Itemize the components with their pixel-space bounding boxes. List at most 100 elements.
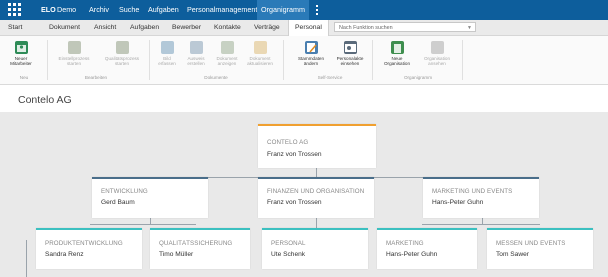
connector-line [90, 224, 196, 225]
hiring-process-button[interactable]: Einstellprozess starten [54, 41, 94, 67]
page-title: Contelo AG [18, 94, 72, 106]
more-menu-icon[interactable] [316, 5, 318, 15]
nav-organigramm[interactable]: Organigramm [257, 0, 309, 20]
org-card-finanzen[interactable]: FINANZEN UND ORGANISATION Franz von Tros… [258, 177, 374, 218]
org-unit-title: ENTWICKLUNG [101, 188, 148, 195]
org-unit-title: MESSEN UND EVENTS [496, 240, 566, 247]
nav-personalmanagement[interactable]: Personalmanagement [187, 0, 257, 20]
button-label: ändern [303, 61, 319, 67]
nav-archiv[interactable]: Archiv [89, 0, 109, 20]
org-unit-title: FINANZEN UND ORGANISATION [267, 188, 365, 195]
refresh-document-button[interactable]: Dokument aktualisieren [244, 41, 276, 67]
nav-aufgaben[interactable]: Aufgaben [148, 0, 179, 20]
org-card-produktentwicklung[interactable]: PRODUKTENTWICKLUNG Sandra Renz [36, 228, 142, 269]
button-label: starten [66, 61, 82, 67]
button-label: erstellen [187, 61, 205, 67]
show-document-icon [220, 41, 234, 54]
org-card-marketing[interactable]: MARKETING Hans-Peter Guhn [377, 228, 477, 269]
org-unit-manager: Franz von Trossen [267, 199, 322, 206]
function-search-input[interactable]: Nach Funktion suchen ▼ [334, 22, 476, 32]
org-card-messen-events[interactable]: MESSEN UND EVENTS Tom Sawer [487, 228, 593, 269]
group-label-dokumente: Dokumente [204, 75, 228, 80]
connector-line [316, 218, 317, 228]
org-unit-manager: Hans-Peter Guhn [386, 251, 438, 258]
connector-line [26, 240, 27, 277]
edit-master-data-button[interactable]: Stammdaten ändern [294, 41, 328, 67]
top-navigation-bar: ELO Demo Archiv Suche Aufgaben Personalm… [0, 0, 608, 20]
quality-process-icon [115, 41, 129, 54]
card-accent-bar [258, 177, 374, 179]
personnel-file-button[interactable]: Personalakte einsehen [332, 41, 368, 67]
ribbon-separator [283, 40, 284, 80]
button-label: Mitarbeiter [10, 61, 32, 67]
group-label-self-service: Self-Service [317, 75, 343, 80]
tab-aufgaben[interactable]: Aufgaben [130, 20, 159, 35]
tab-start[interactable]: Start [8, 20, 22, 35]
connector-line [422, 224, 540, 225]
card-accent-bar [36, 228, 142, 230]
group-label-bearbeiten: Bearbeiten [84, 75, 108, 80]
capture-image-icon [160, 41, 174, 54]
card-accent-bar [262, 228, 368, 230]
card-accent-bar [423, 177, 539, 179]
card-accent-bar [150, 228, 250, 230]
tab-bewerber[interactable]: Bewerber [172, 20, 201, 35]
refresh-document-icon [253, 41, 267, 54]
brand-logo: ELO [41, 5, 56, 14]
org-unit-title: MARKETING UND EVENTS [432, 188, 513, 195]
org-card-entwicklung[interactable]: ENTWICKLUNG Gerd Baum [92, 177, 208, 218]
id-card-button[interactable]: Ausweis erstellen [182, 41, 210, 67]
card-accent-bar [92, 177, 208, 179]
new-employee-button[interactable]: Neuer Mitarbeiter [6, 41, 36, 67]
tab-vertraege[interactable]: Verträge [254, 20, 280, 35]
show-document-button[interactable]: Dokument anzeigen [212, 41, 242, 67]
id-card-icon [189, 41, 203, 54]
tab-ansicht[interactable]: Ansicht [94, 20, 116, 35]
button-label: erfassen [158, 61, 176, 67]
button-label: einsehen [340, 61, 360, 67]
card-accent-bar [487, 228, 593, 230]
org-unit-title: PERSONAL [271, 240, 306, 247]
ribbon-tabs: Start Dokument Ansicht Aufgaben Bewerber… [0, 20, 608, 36]
group-label-organigramm: Organigramm [403, 75, 433, 80]
ribbon-separator [149, 40, 150, 80]
org-unit-manager: Ute Schenk [271, 251, 306, 258]
tab-kontakte[interactable]: Kontakte [214, 20, 241, 35]
org-card-root[interactable]: CONTELO AG Franz von Trossen [258, 124, 376, 168]
tab-dokument[interactable]: Dokument [49, 20, 80, 35]
nav-suche[interactable]: Suche [119, 0, 139, 20]
button-label: Organisation [383, 61, 411, 67]
nav-demo[interactable]: Demo [57, 0, 76, 20]
search-placeholder: Nach Funktion suchen [339, 25, 393, 31]
org-unit-manager: Tom Sawer [496, 251, 529, 258]
quality-process-button[interactable]: Qualitätsprozess starten [100, 41, 144, 67]
card-accent-bar [258, 124, 376, 126]
org-unit-manager: Gerd Baum [101, 199, 135, 206]
app-launcher-icon[interactable] [8, 3, 22, 17]
org-unit-title: PRODUKTENTWICKLUNG [45, 240, 123, 247]
personnel-file-icon [343, 41, 357, 54]
edit-master-data-icon [304, 41, 318, 54]
new-organization-icon [390, 41, 404, 54]
dropdown-caret-icon[interactable]: ▼ [467, 23, 472, 33]
org-unit-manager: Hans-Peter Guhn [432, 199, 484, 206]
new-organization-button[interactable]: Neue Organisation [379, 41, 415, 67]
button-label: anzeigen [217, 61, 237, 67]
org-unit-manager: Sandra Renz [45, 251, 84, 258]
new-employee-icon [14, 41, 28, 54]
ribbon-separator [47, 40, 48, 80]
org-card-marketing-events[interactable]: MARKETING UND EVENTS Hans-Peter Guhn [423, 177, 539, 218]
org-card-personal[interactable]: PERSONAL Ute Schenk [262, 228, 368, 269]
ribbon-separator [462, 40, 463, 80]
connector-line [316, 167, 317, 177]
group-label-neu: Neu [19, 75, 29, 80]
org-card-qualitaetssicherung[interactable]: QUALITÄTSSICHERUNG Timo Müller [150, 228, 250, 269]
ribbon-separator [372, 40, 373, 80]
org-unit-title: MARKETING [386, 240, 424, 247]
tab-personal[interactable]: Personal [288, 20, 329, 36]
hiring-process-icon [67, 41, 81, 54]
view-organization-button[interactable]: Organisation ansehen [418, 41, 456, 67]
button-label: starten [114, 61, 130, 67]
button-label: ansehen [428, 61, 446, 67]
capture-image-button[interactable]: Bild erfassen [154, 41, 180, 67]
